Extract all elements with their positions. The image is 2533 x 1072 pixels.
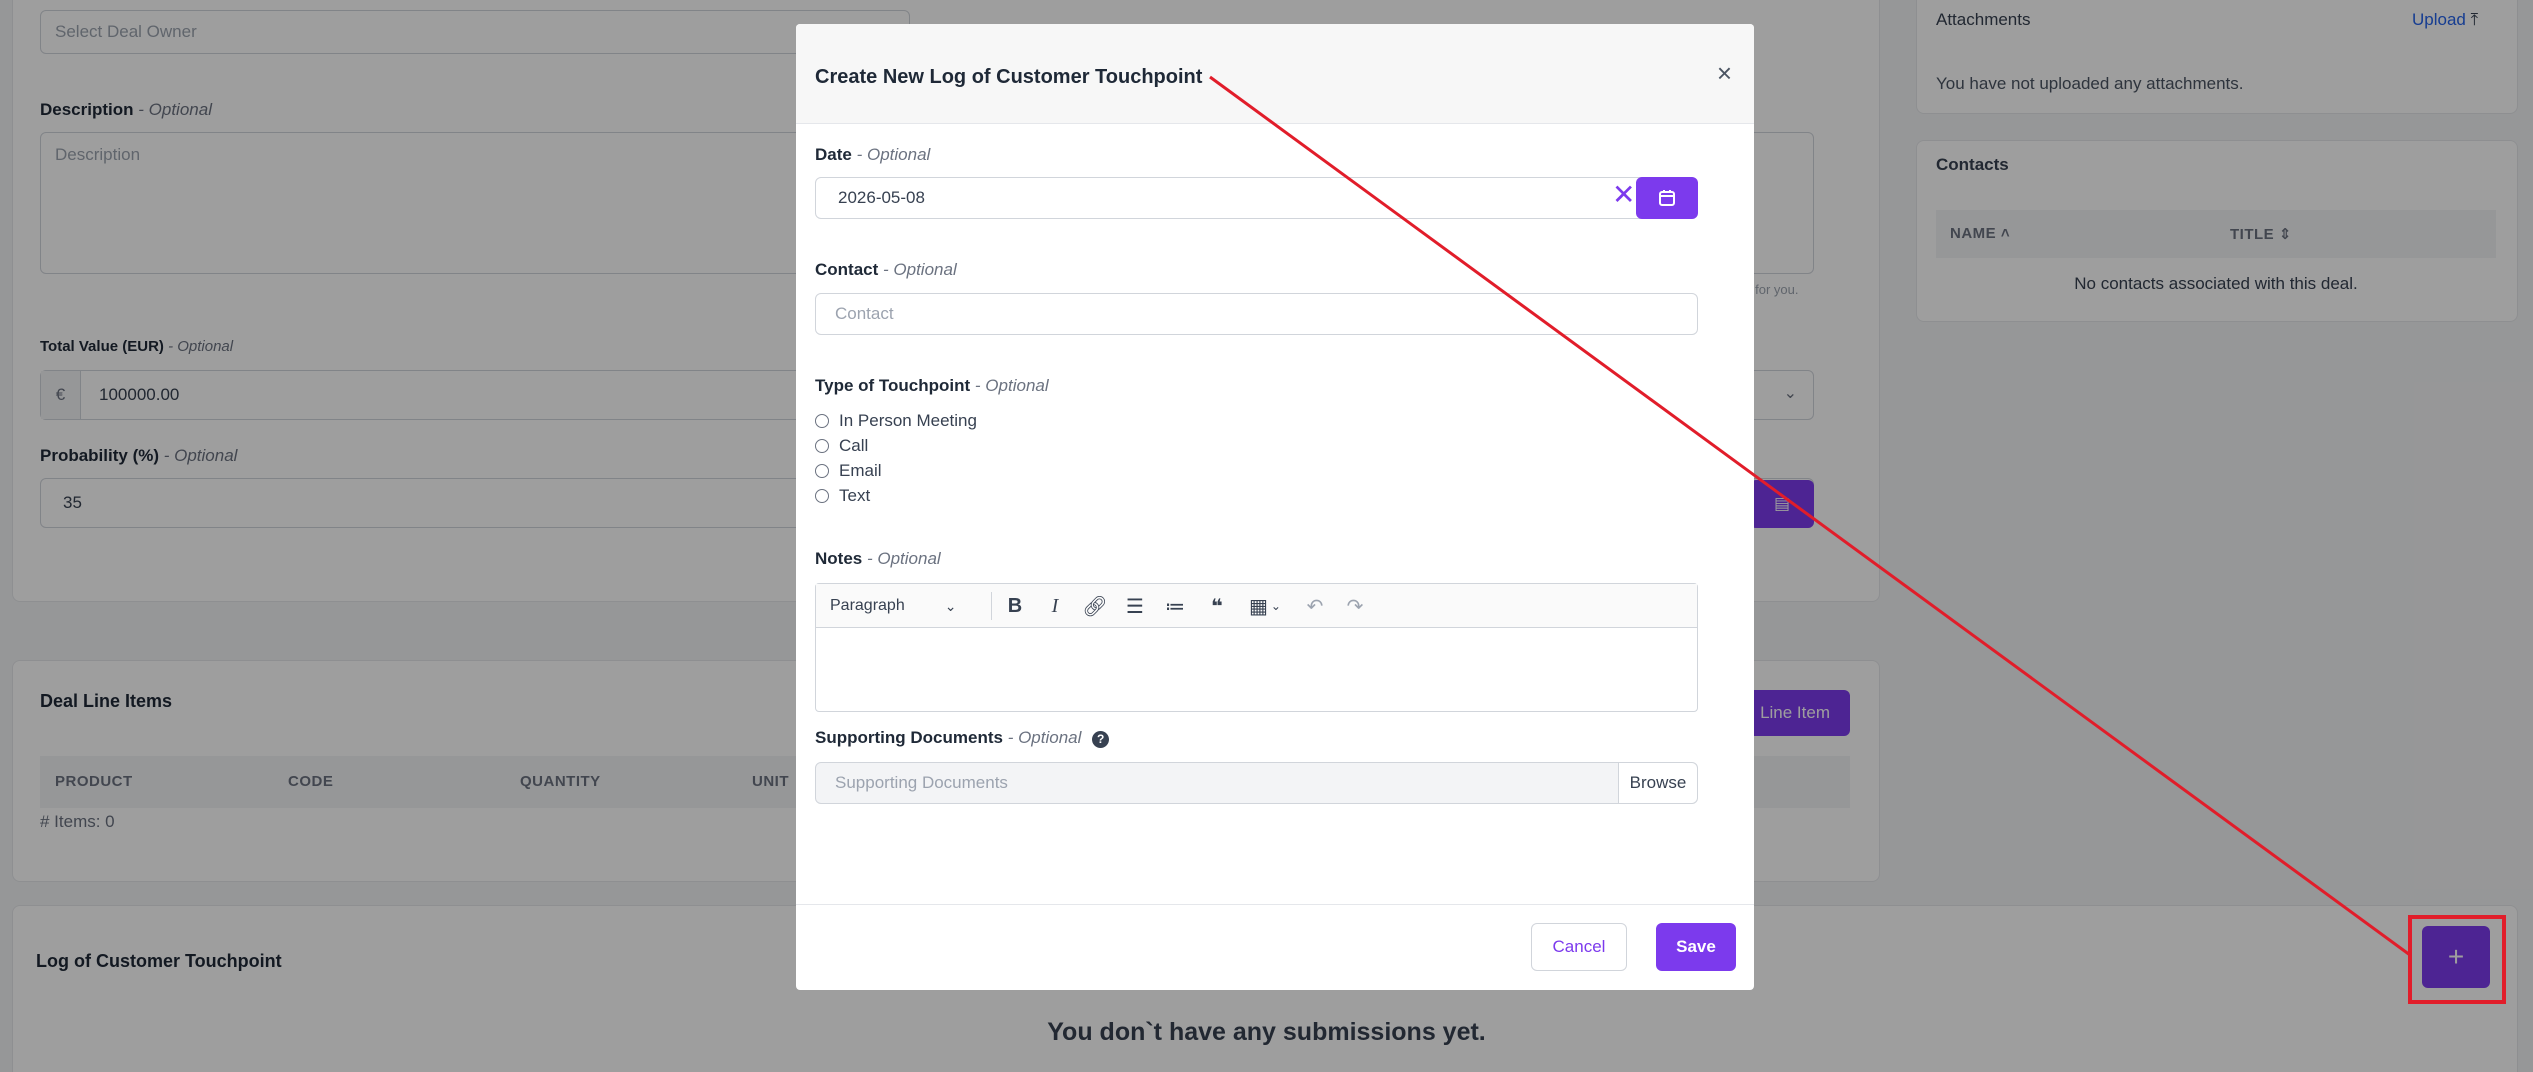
annotation-arrow — [1209, 75, 2506, 1004]
annotation-box — [2408, 915, 2506, 1004]
annotation-line — [1209, 75, 2411, 957]
